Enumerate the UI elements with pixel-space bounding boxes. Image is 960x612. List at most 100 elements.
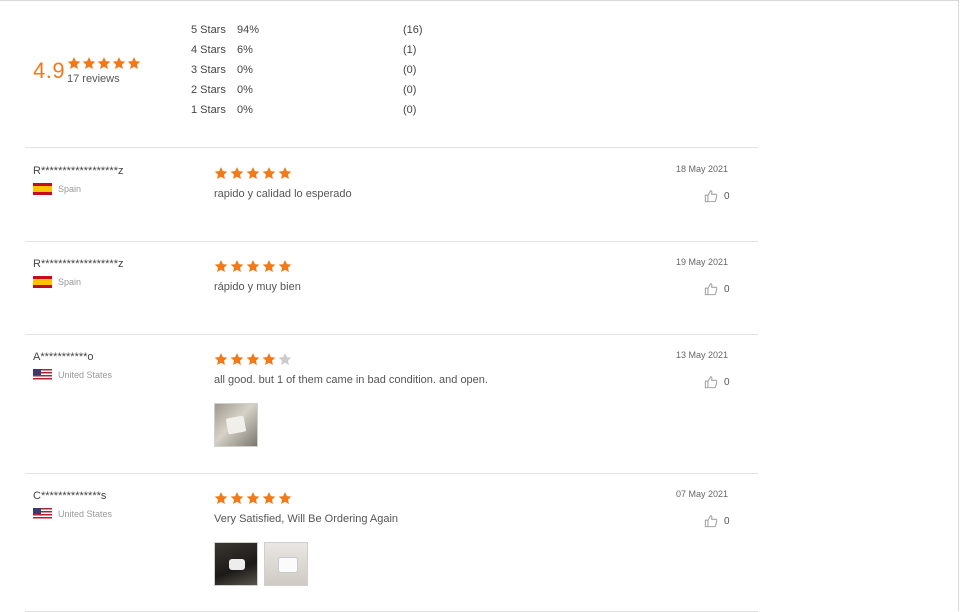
review-date: 18 May 2021 xyxy=(676,164,729,174)
distribution-row-3[interactable]: 3 Stars 0% (0) xyxy=(191,64,451,84)
reviewer-country: Spain xyxy=(33,276,81,288)
rating-summary: 4.9 17 reviews 5 Stars 94% (16) 4 Stars … xyxy=(0,1,760,147)
distribution-count: (0) xyxy=(403,84,417,96)
review-comment: all good. but 1 of them came in bad cond… xyxy=(214,374,488,386)
summary-stars xyxy=(67,56,141,70)
star-icon xyxy=(278,491,292,505)
thumbs-up-icon[interactable] xyxy=(704,282,718,296)
review-count: 17 reviews xyxy=(67,73,120,85)
photo-thumbnail[interactable] xyxy=(214,542,258,586)
country-name: Spain xyxy=(58,184,82,194)
distribution-row-4[interactable]: 4 Stars 6% (1) xyxy=(191,44,451,64)
helpful-count: 0 xyxy=(724,376,730,388)
star-icon xyxy=(97,56,111,70)
distribution-count: (1) xyxy=(403,44,417,56)
review-stars xyxy=(214,491,292,505)
helpful-button[interactable]: 0 xyxy=(704,514,730,528)
star-icon xyxy=(246,352,260,366)
distribution-label: 3 Stars xyxy=(191,64,226,76)
review-stars xyxy=(214,352,292,366)
distribution-count: (0) xyxy=(403,64,417,76)
review-stars xyxy=(214,166,292,180)
star-icon xyxy=(246,491,260,505)
reviewer-name: A***********o xyxy=(33,351,94,363)
star-icon xyxy=(278,352,292,366)
country-name: United States xyxy=(58,509,113,519)
star-icon xyxy=(82,56,96,70)
review-photos xyxy=(214,542,308,586)
distribution-label: 5 Stars xyxy=(191,24,226,36)
distribution-row-5[interactable]: 5 Stars 94% (16) xyxy=(191,24,451,44)
star-icon xyxy=(262,491,276,505)
reviewer-country: United States xyxy=(33,369,112,381)
spain-flag-icon xyxy=(33,183,52,195)
average-rating: 4.9 xyxy=(33,58,66,83)
country-name: Spain xyxy=(58,277,82,287)
star-icon xyxy=(112,56,126,70)
review-date: 13 May 2021 xyxy=(676,350,729,360)
distribution-count: (0) xyxy=(403,104,417,116)
photo-thumbnail[interactable] xyxy=(264,542,308,586)
helpful-count: 0 xyxy=(724,283,730,295)
star-icon xyxy=(230,166,244,180)
star-icon xyxy=(246,166,260,180)
star-icon xyxy=(262,352,276,366)
distribution-count: (16) xyxy=(403,24,423,36)
review-comment: rápido y muy bien xyxy=(214,281,301,293)
review-date: 19 May 2021 xyxy=(676,257,729,267)
divider xyxy=(25,473,758,474)
star-icon xyxy=(262,166,276,180)
review-date: 07 May 2021 xyxy=(676,489,729,499)
star-icon xyxy=(278,259,292,273)
star-icon xyxy=(214,259,228,273)
reviewer-name: C**************s xyxy=(33,490,107,502)
helpful-button[interactable]: 0 xyxy=(704,375,730,389)
star-icon xyxy=(127,56,141,70)
us-flag-icon xyxy=(33,508,52,520)
review-comment: Very Satisfied, Will Be Ordering Again xyxy=(214,513,399,525)
star-icon xyxy=(278,166,292,180)
rating-distribution: 5 Stars 94% (16) 4 Stars 6% (1) 3 Stars … xyxy=(191,24,451,124)
thumbs-up-icon[interactable] xyxy=(704,514,718,528)
distribution-percent: 94% xyxy=(237,24,260,36)
divider xyxy=(25,334,758,335)
helpful-button[interactable]: 0 xyxy=(704,282,730,296)
distribution-label: 1 Stars xyxy=(191,104,226,116)
star-icon xyxy=(214,491,228,505)
photo-thumbnail[interactable] xyxy=(214,403,258,447)
helpful-count: 0 xyxy=(724,190,730,202)
distribution-percent: 0% xyxy=(237,64,253,76)
distribution-percent: 6% xyxy=(237,44,253,56)
reviewer-country: Spain xyxy=(33,183,81,195)
distribution-label: 2 Stars xyxy=(191,84,226,96)
reviewer-name: R******************z xyxy=(33,258,124,270)
distribution-row-2[interactable]: 2 Stars 0% (0) xyxy=(191,84,451,104)
distribution-label: 4 Stars xyxy=(191,44,226,56)
distribution-percent: 0% xyxy=(237,104,253,116)
star-icon xyxy=(230,352,244,366)
review-stars xyxy=(214,259,292,273)
star-icon xyxy=(214,352,228,366)
thumbs-up-icon[interactable] xyxy=(704,375,718,389)
country-name: United States xyxy=(58,370,113,380)
star-icon xyxy=(246,259,260,273)
distribution-row-1[interactable]: 1 Stars 0% (0) xyxy=(191,104,451,124)
star-icon xyxy=(214,166,228,180)
review-comment: rapido y calidad lo esperado xyxy=(214,188,352,200)
spain-flag-icon xyxy=(33,276,52,288)
reviewer-name: R******************z xyxy=(33,165,124,177)
review-photos xyxy=(214,403,258,447)
star-icon xyxy=(67,56,81,70)
star-icon xyxy=(262,259,276,273)
divider xyxy=(25,241,758,242)
reviewer-country: United States xyxy=(33,508,112,520)
review-panel: 4.9 17 reviews 5 Stars 94% (16) 4 Stars … xyxy=(0,0,959,612)
distribution-percent: 0% xyxy=(237,84,253,96)
us-flag-icon xyxy=(33,369,52,381)
helpful-button[interactable]: 0 xyxy=(704,189,730,203)
star-icon xyxy=(230,491,244,505)
star-icon xyxy=(230,259,244,273)
divider xyxy=(25,147,758,148)
thumbs-up-icon[interactable] xyxy=(704,189,718,203)
helpful-count: 0 xyxy=(724,515,730,527)
